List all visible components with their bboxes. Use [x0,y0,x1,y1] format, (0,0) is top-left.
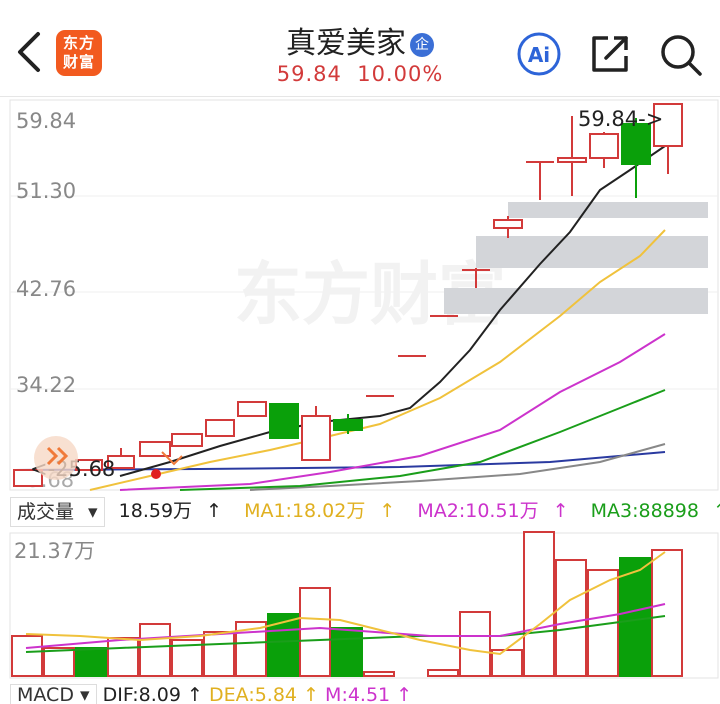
kline-chart[interactable]: 东方财富 59.84 51.30 42.76 34.22 25.68 59.84… [0,97,720,492]
small-arrow-icon [161,451,183,466]
top-bar: 东方 财富 真爱美家企 59.84 10.00% Ai [0,0,720,96]
volume-profile-band [476,236,708,268]
macd-dif: DIF:8.09 ↑ [102,684,203,704]
volume-chart[interactable]: 21.37万 [0,530,720,680]
y-label: 42.76 [16,277,76,301]
volume-selector[interactable]: 成交量 ▾ [10,496,105,527]
volume-y-label: 21.37万 [14,539,95,563]
volume-ma2: MA2:10.51万 ↑ [417,500,569,522]
volume-value: 18.59万 ↑ [118,500,223,522]
low-point-dot [151,469,161,479]
y-label: 59.84 [16,109,76,133]
volume-ma1: MA1:18.02万 ↑ [244,500,396,522]
current-price: 59.84 [276,62,342,86]
volume-profile-band [508,202,708,218]
change-percent: 10.00% [357,62,444,86]
macd-selector[interactable]: MACD ▾ [10,684,97,704]
stock-name: 真爱美家 [286,26,406,61]
y-label: 34.22 [16,373,76,397]
volume-indicator-bar: 成交量 ▾ 18.59万 ↑ MA1:18.02万 ↑ MA2:10.51万 ↑… [10,494,720,528]
y-label: 51.30 [16,179,76,203]
ai-label: Ai [528,43,550,67]
volume-selector-label: 成交量 [17,500,75,523]
macd-m: M:4.51 ↑ [325,684,413,704]
high-marker: 59.84-> [578,107,663,131]
enterprise-badge: 企 [410,32,434,57]
macd-indicator-bar: MACD ▾ DIF:8.09 ↑ DEA:5.84 ↑ M:4.51 ↑ [10,684,720,704]
ai-icon[interactable]: Ai [515,30,563,78]
search-icon[interactable] [656,30,704,78]
share-icon[interactable] [588,32,632,76]
volume-bars [11,531,683,677]
macd-selector-label: MACD [17,684,74,704]
macd-dea: DEA:5.84 ↑ [209,684,319,704]
volume-profile-band [444,288,708,314]
volume-ma3: MA3:88898 ↑ [590,500,720,522]
